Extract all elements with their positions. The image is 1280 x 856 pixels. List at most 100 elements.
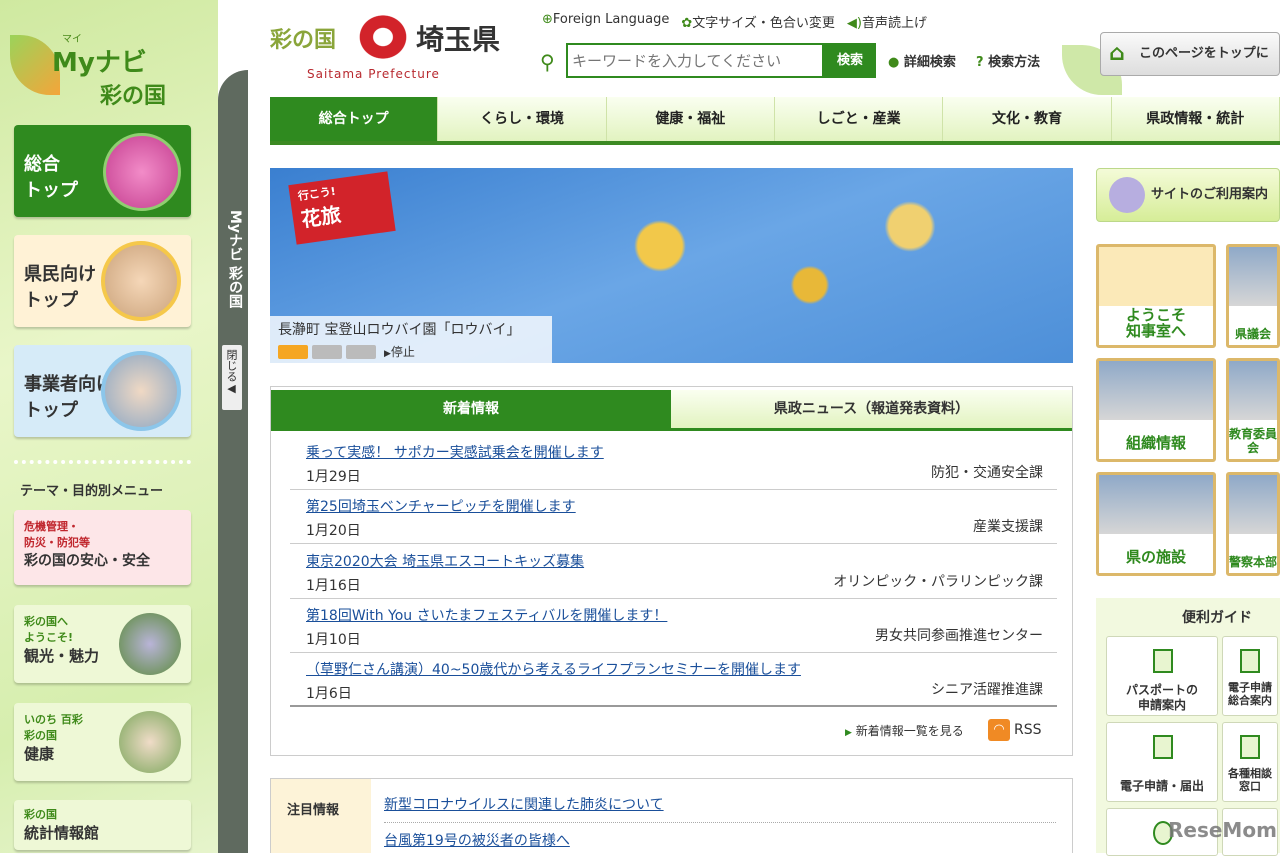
link-label: 詳細検索 xyxy=(903,55,956,70)
guide-label: パスポートの 申請案内 xyxy=(1125,683,1198,712)
guide-label: 電子申請 総合案内 xyxy=(1228,681,1272,707)
news-link[interactable]: 第25回埼玉ベンチャーピッチを開催します xyxy=(306,496,576,516)
search-help-link[interactable]: ? 検索方法 xyxy=(976,51,1040,70)
search-button[interactable]: 検索 xyxy=(824,43,876,78)
tab-press-release[interactable]: 県政ニュース（報道発表資料） xyxy=(671,390,1072,428)
news-link[interactable]: 第18回With You さいたまフェスティバルを開催します！ xyxy=(306,605,667,625)
facilities-link[interactable]: 県の施設 xyxy=(1096,472,1216,576)
sidebar-kenmin-top[interactable]: 県民向け トップ xyxy=(14,235,191,327)
guide-e-application[interactable]: 電子申請・届出 xyxy=(1106,722,1218,802)
link-label: 新着情報一覧を見る xyxy=(855,724,964,738)
police-link[interactable]: 警察本部 xyxy=(1226,472,1280,576)
mascot-photo xyxy=(119,613,181,675)
stop-button[interactable]: ▶停止 xyxy=(384,343,415,360)
passport-icon xyxy=(1153,649,1173,673)
rss-icon: ◠ xyxy=(988,719,1010,741)
nav-bunka[interactable]: 文化・教育 xyxy=(943,97,1112,141)
link-label: Foreign Language xyxy=(552,12,670,27)
news-item: 乗って実感！ サポカー実感試乗会を開催します 1月29日 防犯・交通安全課 xyxy=(290,436,1057,490)
governor-office-link[interactable]: ようこそ 知事室へ xyxy=(1096,244,1216,348)
divider xyxy=(14,460,191,464)
hero-banner[interactable]: 行こう! 花旅 長瀞町 宝登山ロウバイ園「ロウバイ」 ▶停止 xyxy=(270,168,1073,363)
utility-links: ⊕Foreign Language ✿文字サイズ・色合い変更 ◀)音声読上げ xyxy=(542,12,927,31)
slide-indicator-active[interactable] xyxy=(278,344,308,359)
pic-label: ようこそ 知事室へ xyxy=(1125,306,1186,340)
logo-sainokuni: 彩の国 xyxy=(270,28,337,53)
theme-kankou[interactable]: 彩の国へ ようこそ! 観光・魅力 xyxy=(14,605,191,683)
stop-label: 停止 xyxy=(390,345,415,359)
gear-icon: ✿ xyxy=(681,16,693,31)
mascot-icon xyxy=(1109,177,1145,213)
font-size-link[interactable]: ✿文字サイズ・色合い変更 xyxy=(681,12,835,31)
theme-kenkou[interactable]: いのち 百彩 彩の国 健康 xyxy=(14,703,191,781)
prefecture-emblem-icon xyxy=(356,12,410,62)
hanatabi-badge: 行こう! 花旅 xyxy=(288,171,396,245)
guide-label: 各種相談窓口 xyxy=(1228,767,1272,793)
slide-indicator[interactable] xyxy=(312,344,342,359)
person-desk-icon xyxy=(1240,735,1260,759)
news-more-link[interactable]: ▶ 新着情報一覧を見る xyxy=(845,722,964,739)
news-section: 産業支援課 xyxy=(973,519,1043,535)
guide-title: 便利ガイド xyxy=(1182,610,1252,626)
rss-link[interactable]: ◠ RSS xyxy=(988,719,1042,741)
guide-passport[interactable]: パスポートの 申請案内 xyxy=(1106,636,1218,716)
attention-link[interactable]: 台風第19号の被災者の皆様へ xyxy=(384,830,570,850)
news-item: 東京2020大会 埼玉県エスコートキッズ募集 1月16日 オリンピック・パラリンピッ… xyxy=(290,545,1057,599)
arrow-icon: ▶ xyxy=(845,728,852,738)
news-date: 1月6日 xyxy=(306,686,352,702)
close-sidebar-button[interactable]: 閉じる◀ xyxy=(222,345,242,410)
advanced-search-link[interactable]: ● 詳細検索 xyxy=(888,51,956,70)
theme-sub: 彩の国 xyxy=(24,808,57,821)
family-photo xyxy=(101,241,181,321)
foreign-language-link[interactable]: ⊕Foreign Language xyxy=(542,12,669,31)
link-label: 検索方法 xyxy=(988,55,1041,70)
button-label: 事業者向け トップ xyxy=(24,374,114,421)
sidebar-sougou-top[interactable]: 総合 トップ xyxy=(14,125,191,217)
sidebar-jigyousha-top[interactable]: 事業者向け トップ xyxy=(14,345,191,437)
site-usage-button[interactable]: サイトのご利用案内 xyxy=(1096,168,1280,222)
theme-sub: 危機管理・ 防災・防犯等 xyxy=(24,520,90,549)
theme-anshin[interactable]: 危機管理・ 防災・防犯等 彩の国の安心・安全 xyxy=(14,510,191,585)
pic-label: 県議会 xyxy=(1234,327,1271,341)
nav-shigoto[interactable]: しごと・産業 xyxy=(774,97,944,141)
nav-sougou-top[interactable]: 総合トップ xyxy=(270,97,439,141)
news-date: 1月29日 xyxy=(306,469,361,485)
news-section: 防犯・交通安全課 xyxy=(931,465,1043,481)
search-input[interactable] xyxy=(566,43,824,78)
tab-underline xyxy=(271,428,1072,431)
news-link[interactable]: 乗って実感！ サポカー実感試乗会を開催します xyxy=(306,442,604,462)
logo-text-2: 彩の国 xyxy=(100,84,167,109)
pic-label: 警察本部 xyxy=(1229,555,1278,569)
nav-kensei[interactable]: 県政情報・統計 xyxy=(1111,97,1280,141)
download-icon xyxy=(1153,735,1173,759)
nav-kenkou[interactable]: 健康・福祉 xyxy=(606,97,775,141)
organization-link[interactable]: 組織情報 xyxy=(1096,358,1216,462)
voice-link[interactable]: ◀)音声読上げ xyxy=(847,12,927,31)
news-item: 第25回埼玉ベンチャーピッチを開催します 1月20日 産業支援課 xyxy=(290,490,1057,544)
news-date: 1月20日 xyxy=(306,523,361,539)
news-item: 第18回With You さいたまフェスティバルを開催します！ 1月10日 男女共同… xyxy=(290,599,1057,653)
set-as-top-button[interactable]: ⌂ このページをトップに xyxy=(1100,32,1280,76)
guide-consultation[interactable]: 各種相談窓口 xyxy=(1222,722,1278,802)
handshake-photo xyxy=(101,351,181,431)
button-label: 県民向け トップ xyxy=(24,264,96,311)
slide-indicator[interactable] xyxy=(346,344,376,359)
logo-en: Saitama Prefecture xyxy=(307,67,440,81)
flower-photo xyxy=(103,133,181,211)
button-label: このページをトップに xyxy=(1139,46,1269,61)
banner-caption-box: 長瀞町 宝登山ロウバイ園「ロウバイ」 ▶停止 xyxy=(270,316,552,363)
assembly-link[interactable]: 県議会 xyxy=(1226,244,1280,348)
news-link[interactable]: 東京2020大会 埼玉県エスコートキッズ募集 xyxy=(306,551,584,571)
wintersweet-photo xyxy=(510,168,1010,363)
strip-title: Myナビ 彩の国 xyxy=(227,210,243,308)
guide-e-application-info[interactable]: 電子申請 総合案内 xyxy=(1222,636,1278,716)
news-section: シニア活躍推進課 xyxy=(931,682,1043,698)
attention-link[interactable]: 新型コロナウイルスに関連した肺炎について xyxy=(384,794,664,814)
theme-toukei[interactable]: 彩の国 統計情報館 xyxy=(14,800,191,850)
news-link[interactable]: （草野仁さん講演）40~50歳代から考えるライフプランセミナーを開催します xyxy=(306,659,801,679)
nav-kurashi[interactable]: くらし・環境 xyxy=(438,97,607,141)
education-link[interactable]: 教育委員会 xyxy=(1226,358,1280,462)
attention-label: 注目情報 xyxy=(271,779,371,853)
news-section: オリンピック・パラリンピック課 xyxy=(833,574,1043,590)
tab-new-info[interactable]: 新着情報 xyxy=(271,390,671,428)
